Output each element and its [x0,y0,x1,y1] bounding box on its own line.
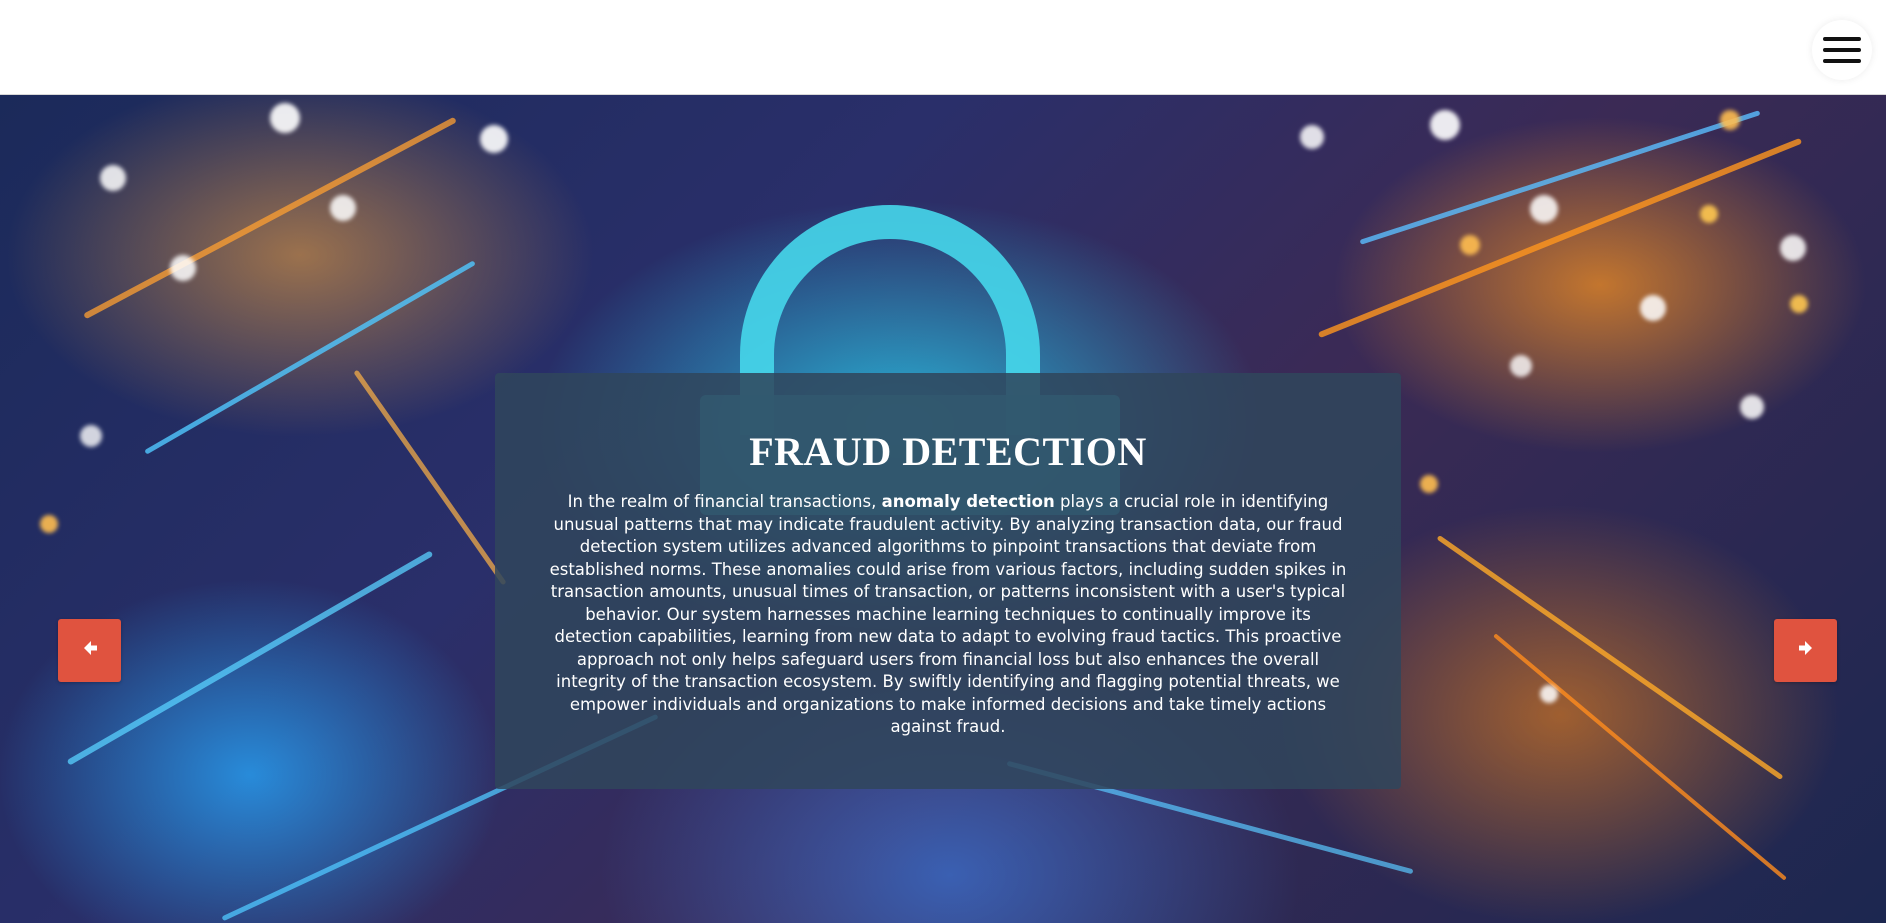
arrow-right-icon [1796,638,1816,663]
slide-caption-panel: FRAUD DETECTION In the realm of financia… [495,373,1401,789]
carousel-next-button[interactable] [1774,619,1837,682]
hamburger-menu-icon [1823,37,1861,41]
slide-title: FRAUD DETECTION [749,429,1147,474]
slide-description: In the realm of financial transactions, … [548,491,1348,739]
carousel-prev-button[interactable] [58,619,121,682]
hamburger-menu-icon-bar [1823,59,1861,63]
description-text-after: plays a crucial role in identifying unus… [549,492,1347,736]
hamburger-menu-icon-bar [1823,48,1861,52]
arrow-left-icon [80,638,100,663]
description-text-before: In the realm of financial transactions, [567,492,882,511]
top-navbar [0,0,1886,95]
description-highlight: anomaly detection [881,492,1055,511]
hamburger-menu-button[interactable] [1812,20,1872,80]
